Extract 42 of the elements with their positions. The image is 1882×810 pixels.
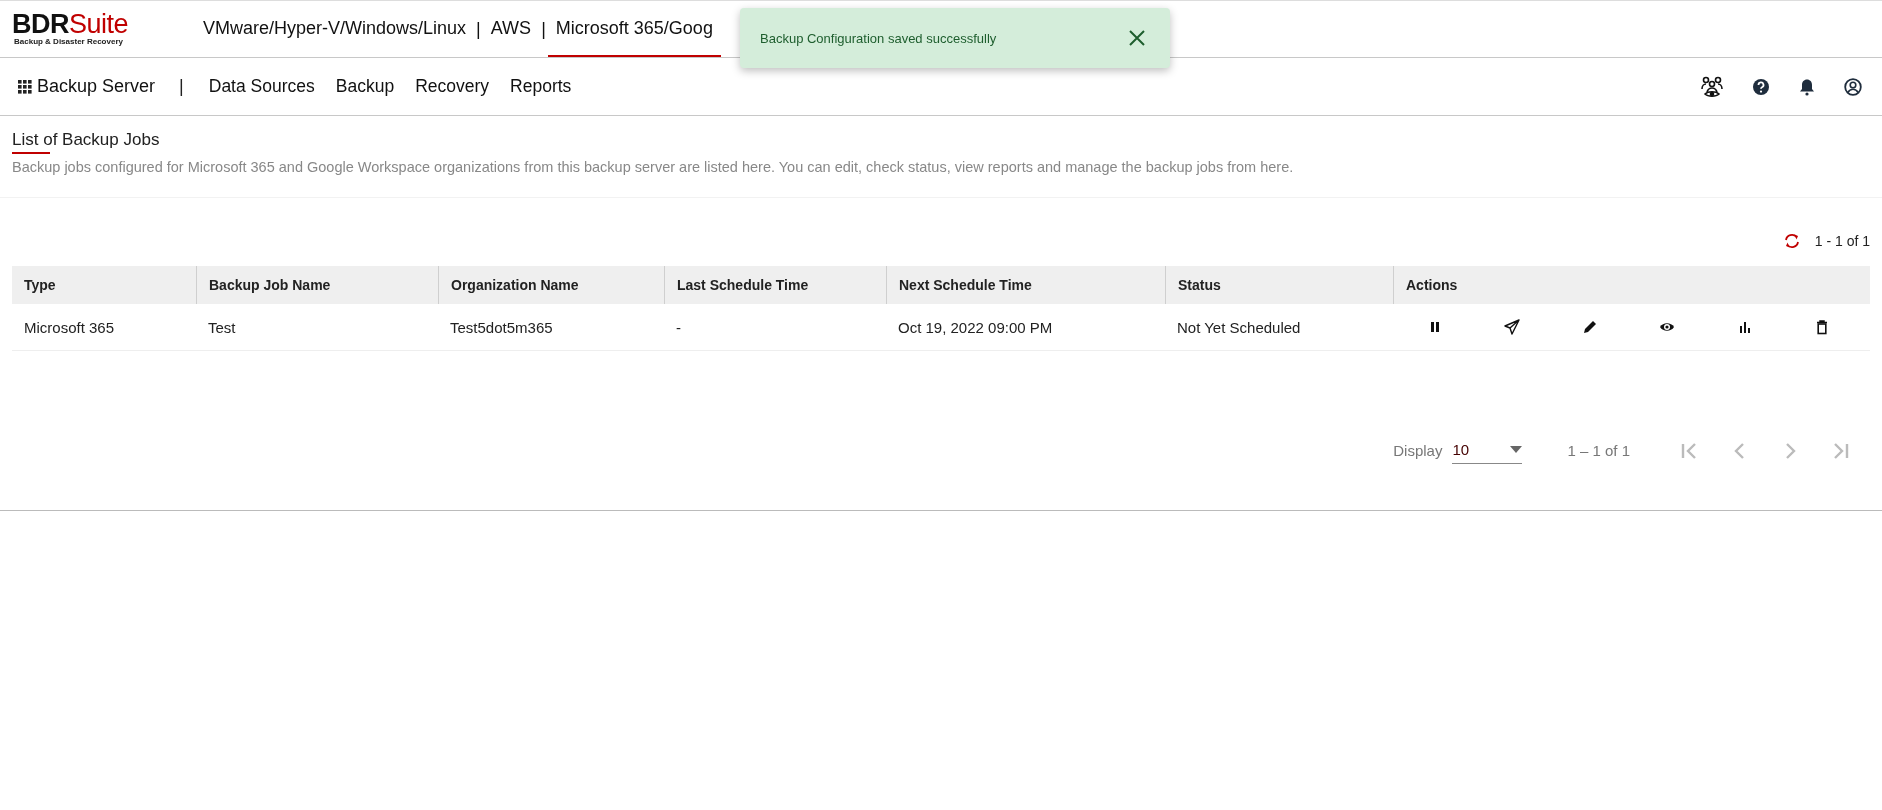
bdrsuite-logo: BDRSuite Backup & Disaster Recovery	[11, 8, 130, 48]
refresh-icon[interactable]	[1782, 232, 1801, 250]
separator-text: |	[179, 76, 184, 97]
nav-link[interactable]: Reports	[510, 76, 572, 97]
display-label: Display	[1393, 442, 1443, 459]
table-cell-text: Microsoft 365	[23, 318, 116, 336]
separator-text: |	[475, 17, 482, 41]
nav-link[interactable]: Recovery	[415, 76, 490, 97]
dropdown-caret-icon[interactable]	[1510, 446, 1523, 453]
column-header: Organization Name	[438, 266, 664, 304]
column-header: Backup Job Name	[196, 266, 438, 304]
page-size-dropdown[interactable]: 10	[1452, 437, 1523, 464]
column-header: Last Schedule Time	[664, 266, 886, 304]
table-cell-text: Test	[207, 318, 237, 336]
column-header: Type	[23, 276, 57, 295]
product-tab[interactable]: VMware/Hyper-V/Windows/Linux	[195, 1, 475, 57]
paper-plane-icon[interactable]	[1504, 319, 1521, 335]
page-description: Backup jobs configured for Microsoft 365 and Google Workspace organizations from this backup server are listed here. You can edit, check status, view reports and manage the backup jobs from here.	[12, 159, 1295, 175]
table-cell-text: -	[675, 318, 682, 336]
product-tab[interactable]: Microsoft 365/Goog	[547, 1, 721, 57]
apps-grid-icon[interactable]	[18, 79, 32, 94]
column-header: Actions	[1393, 266, 1870, 304]
page-title: List of Backup Jobs	[12, 130, 160, 154]
users-eye-icon[interactable]	[1700, 74, 1724, 99]
pencil-icon[interactable]	[1581, 319, 1598, 335]
user-icon[interactable]	[1844, 77, 1862, 96]
record-count: 1 - 1 of 1	[1814, 233, 1870, 249]
table-cell-text: Test5dot5m365	[449, 318, 554, 336]
close-icon[interactable]	[1128, 29, 1146, 47]
column-header: Status	[1165, 266, 1393, 304]
product-tab[interactable]: AWS	[482, 1, 540, 57]
bell-icon[interactable]	[1798, 77, 1816, 96]
page-range: 1 – 1 of 1	[1567, 442, 1630, 459]
separator-text: |	[540, 17, 547, 41]
nav-link[interactable]: Backup	[335, 76, 395, 97]
help-icon[interactable]	[1752, 77, 1770, 96]
toast-message: Backup Configuration saved successfully	[760, 30, 997, 46]
column-header: Next Schedule Time	[886, 266, 1165, 304]
table-cell-text: Not Yet Scheduled	[1176, 318, 1302, 336]
nav-link[interactable]: Data Sources	[208, 76, 315, 97]
backup-server-menu[interactable]: Backup Server	[18, 76, 156, 97]
table-cell-text: Oct 19, 2022 09:00 PM	[897, 318, 1054, 336]
